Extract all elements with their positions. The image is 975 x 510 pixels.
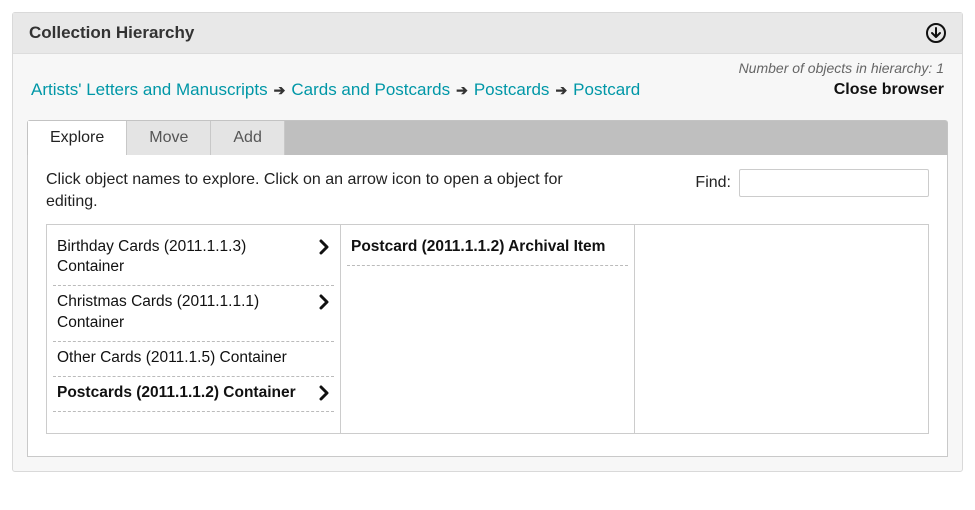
list-item[interactable]: Postcard (2011.1.1.2) Archival Item (347, 231, 628, 266)
tab-strip: Explore Move Add (27, 120, 948, 155)
collapse-icon[interactable] (926, 23, 946, 43)
list-item-label: Christmas Cards (2011.1.1.1) Container (57, 292, 312, 332)
object-count: Number of objects in hierarchy: 1 (13, 54, 962, 76)
chevron-right-icon: ➔ (555, 82, 567, 99)
tab-add[interactable]: Add (211, 121, 284, 155)
find-input[interactable] (739, 169, 929, 197)
find-label: Find: (695, 174, 731, 192)
breadcrumb: Artists' Letters and Manuscripts ➔ Cards… (31, 80, 640, 100)
hierarchy-column: Postcard (2011.1.1.2) Archival Item (341, 225, 635, 433)
chevron-right-icon: ➔ (274, 82, 286, 99)
instructions-text: Click object names to explore. Click on … (46, 169, 606, 212)
panel-title: Collection Hierarchy (29, 23, 194, 43)
hierarchy-column (635, 225, 928, 433)
hierarchy-columns: Birthday Cards (2011.1.1.3) Container Ch… (46, 224, 929, 434)
list-item[interactable]: Postcards (2011.1.1.2) Container (53, 377, 334, 412)
chevron-right-icon[interactable] (318, 294, 330, 310)
tab-explore[interactable]: Explore (28, 121, 127, 155)
list-item-label: Postcard (2011.1.1.2) Archival Item (351, 237, 605, 257)
close-browser-button[interactable]: Close browser (834, 81, 944, 99)
breadcrumb-row: Artists' Letters and Manuscripts ➔ Cards… (13, 76, 962, 120)
breadcrumb-item[interactable]: Postcards (474, 80, 550, 100)
list-item[interactable]: Christmas Cards (2011.1.1.1) Container (53, 286, 334, 341)
tab-body-explore: Click object names to explore. Click on … (27, 155, 948, 457)
chevron-right-icon[interactable] (318, 239, 330, 255)
tab-move[interactable]: Move (127, 121, 211, 155)
breadcrumb-item[interactable]: Postcard (573, 80, 640, 100)
breadcrumb-item[interactable]: Artists' Letters and Manuscripts (31, 80, 268, 100)
collection-hierarchy-panel: Collection Hierarchy Number of objects i… (12, 12, 963, 472)
list-item[interactable]: Other Cards (2011.1.5) Container (53, 342, 334, 377)
list-item-label: Postcards (2011.1.1.2) Container (57, 383, 296, 403)
list-item-label: Birthday Cards (2011.1.1.3) Container (57, 237, 312, 277)
chevron-right-icon: ➔ (456, 82, 468, 99)
chevron-right-icon[interactable] (318, 385, 330, 401)
panel-header: Collection Hierarchy (13, 13, 962, 54)
find-wrap: Find: (695, 169, 929, 197)
list-item[interactable]: Birthday Cards (2011.1.1.3) Container (53, 231, 334, 286)
tabs-container: Explore Move Add Click object names to e… (13, 120, 962, 471)
breadcrumb-item[interactable]: Cards and Postcards (291, 80, 450, 100)
hierarchy-column: Birthday Cards (2011.1.1.3) Container Ch… (47, 225, 341, 433)
list-item-label: Other Cards (2011.1.5) Container (57, 348, 287, 368)
instructions-row: Click object names to explore. Click on … (46, 169, 929, 212)
